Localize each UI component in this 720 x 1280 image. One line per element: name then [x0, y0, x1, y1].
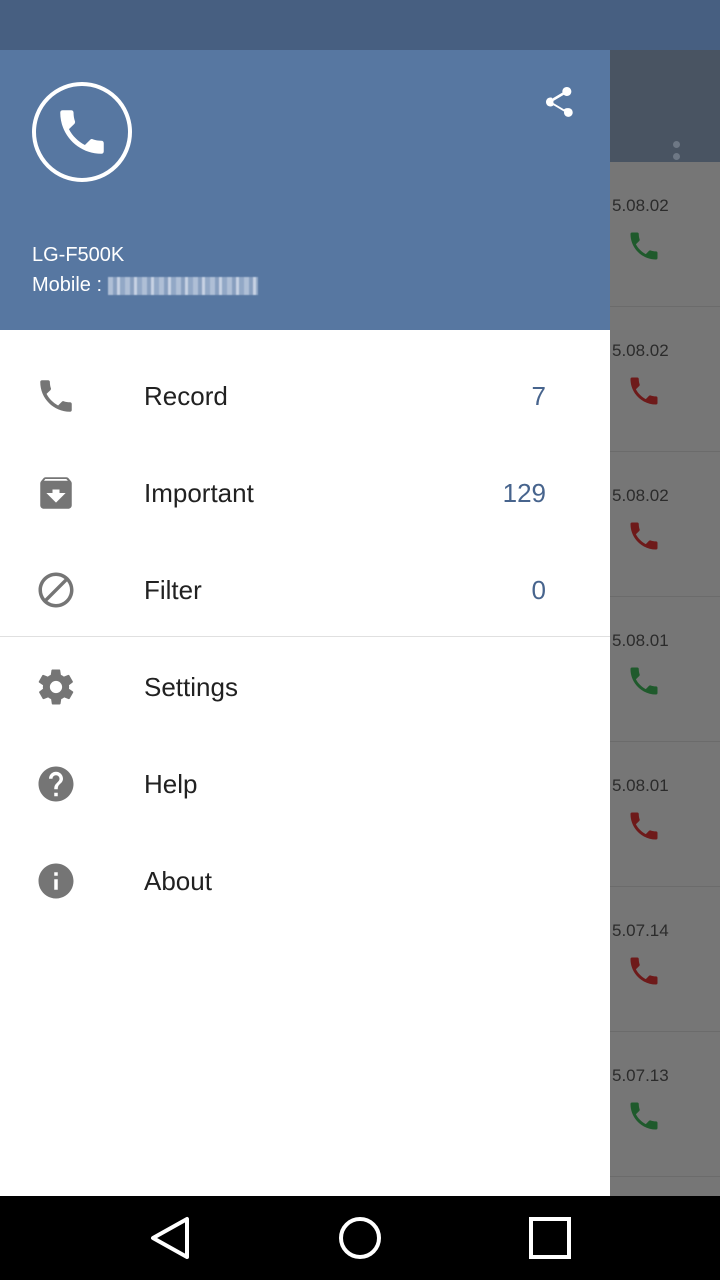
share-icon: [546, 87, 573, 117]
recents-square-icon: [529, 1217, 571, 1259]
drawer-item-count: 0: [531, 575, 546, 605]
drawer-item-about[interactable]: About: [0, 831, 610, 928]
call-date: 5.07.13: [612, 1066, 669, 1085]
phone-icon: [630, 522, 658, 550]
drawer-item-settings[interactable]: Settings: [0, 637, 610, 734]
archive-icon: [34, 471, 78, 515]
home-button[interactable]: [336, 1214, 384, 1262]
call-date: 5.08.02: [612, 486, 669, 505]
status-bar: [0, 0, 720, 50]
list-item: 5.08.01: [610, 597, 720, 742]
drawer-item-filter[interactable]: Filter 0: [0, 540, 610, 637]
drawer-item-count: 129: [502, 478, 546, 508]
drawer-item-label: Help: [144, 769, 198, 799]
call-date: 5.08.01: [612, 631, 669, 650]
drawer-item-important[interactable]: Important 129: [0, 443, 610, 540]
gear-icon: [34, 665, 78, 709]
phone-icon: [32, 82, 132, 182]
mobile-label: Mobile :: [32, 274, 103, 296]
mobile-number-redacted: [108, 276, 259, 295]
drawer-header: LG-F500K Mobile :: [0, 50, 610, 330]
drawer-item-label: Settings: [144, 672, 238, 702]
back-triangle-icon: [151, 1217, 189, 1259]
device-name: LG-F500K: [32, 244, 125, 266]
list-item: 5.08.02: [610, 162, 720, 307]
phone-icon: [34, 374, 78, 418]
drawer-item-help[interactable]: Help: [0, 734, 610, 831]
list-item: 5.08.02: [610, 452, 720, 597]
drawer-item-label: Record: [144, 381, 228, 411]
call-date: 5.08.02: [612, 341, 669, 360]
phone-icon: [630, 812, 658, 840]
info-icon: [34, 859, 78, 903]
mobile-line: Mobile :: [32, 274, 259, 297]
list-item: 5.07.13: [610, 1032, 720, 1177]
list-item: 5.07.14: [610, 887, 720, 1032]
phone-icon: [630, 957, 658, 985]
block-icon: [34, 568, 78, 612]
list-item: 5.08.02: [610, 307, 720, 452]
call-date: 5.08.02: [612, 196, 669, 215]
recents-button[interactable]: [526, 1214, 574, 1262]
drawer-item-count: 7: [531, 381, 546, 411]
call-date: 5.07.14: [612, 921, 669, 940]
drawer-item-record[interactable]: Record 7: [0, 346, 610, 443]
share-button[interactable]: [536, 80, 580, 124]
phone-icon: [630, 667, 658, 695]
call-date: 5.08.01: [612, 776, 669, 795]
help-icon: [34, 762, 78, 806]
home-circle-icon: [339, 1217, 381, 1259]
phone-icon: [630, 1102, 658, 1130]
phone-icon: [630, 377, 658, 405]
drawer-item-label: About: [144, 866, 212, 896]
system-nav-bar: [0, 1196, 720, 1280]
list-item: 5.08.01: [610, 742, 720, 887]
drawer-item-label: Filter: [144, 575, 202, 605]
drawer-item-label: Important: [144, 478, 254, 508]
phone-icon: [630, 232, 658, 260]
navigation-drawer: LG-F500K Mobile : Record 7 Important 129…: [0, 50, 610, 1196]
back-button[interactable]: [146, 1214, 194, 1262]
